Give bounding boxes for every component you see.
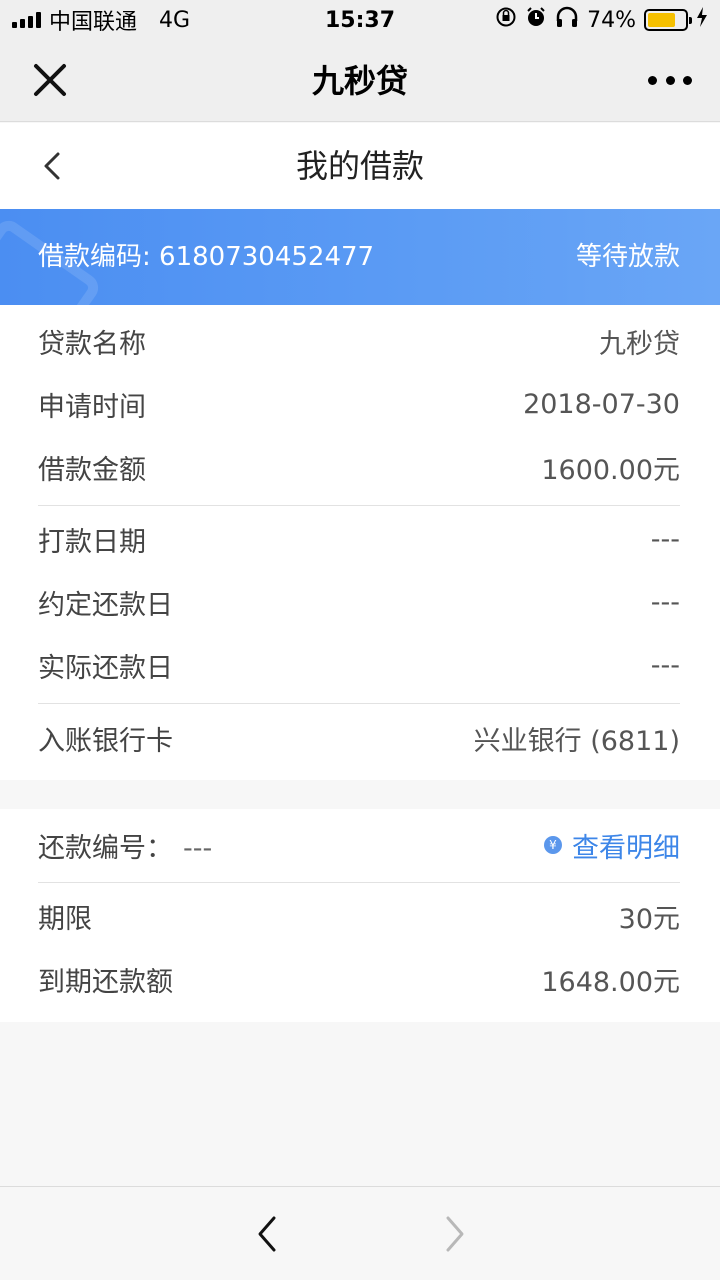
yen-icon: ¥	[544, 836, 562, 854]
network-type: 4G	[159, 7, 191, 33]
row-value: 1648.00元	[541, 966, 680, 998]
repayment-code-row: 还款编号： --- ¥ 查看明细	[38, 813, 680, 877]
row-value: 2018-07-30	[523, 388, 680, 420]
carrier-name: 中国联通	[49, 10, 138, 35]
row-value: 30元	[618, 903, 680, 935]
detail-row-actual-repay-date: 实际还款日 ---	[38, 633, 680, 697]
more-icon[interactable]	[648, 70, 692, 90]
repayment-code-label: 还款编号：	[38, 832, 173, 864]
detail-row-bank-card: 入账银行卡 兴业银行 (6811)	[38, 706, 680, 770]
detail-row-due-date: 约定还款日 ---	[38, 570, 680, 634]
row-label: 到期还款额	[38, 966, 173, 998]
row-label: 申请时间	[38, 391, 146, 423]
page-header: 我的借款	[0, 123, 720, 209]
row-value: ---	[650, 586, 680, 618]
repayment-row-due-amount: 到期还款额 1648.00元	[38, 947, 680, 1011]
page-title: 我的借款	[295, 147, 424, 185]
row-label: 实际还款日	[38, 652, 173, 684]
top-nav-bar: 九秒贷	[0, 40, 720, 122]
row-label: 期限	[38, 903, 92, 935]
charging-icon	[696, 7, 708, 33]
row-label: 入账银行卡	[38, 725, 173, 757]
row-value: 九秒贷	[599, 328, 680, 360]
view-details-link[interactable]: ¥ 查看明细	[544, 826, 680, 865]
app-title: 九秒贷	[311, 62, 408, 100]
battery-icon	[644, 9, 692, 31]
browser-toolbar	[0, 1186, 720, 1280]
battery-percent: 74%	[587, 7, 636, 33]
loan-details-card: 贷款名称 九秒贷 申请时间 2018-07-30 借款金额 1600.00元 打…	[0, 305, 720, 780]
browser-forward-icon[interactable]	[436, 1214, 472, 1254]
rotation-lock-icon	[495, 6, 517, 34]
repayment-code-value: ---	[183, 832, 213, 864]
loan-status: 等待放款	[575, 242, 680, 272]
row-value: 1600.00元	[541, 454, 680, 486]
repayment-card: 还款编号： --- ¥ 查看明细 期限 30元 到期还款额 1648.00元	[0, 809, 720, 1022]
row-value: ---	[650, 523, 680, 555]
row-value: 兴业银行 (6811)	[473, 725, 680, 757]
detail-row-apply-time: 申请时间 2018-07-30	[38, 372, 680, 436]
row-value: ---	[650, 649, 680, 681]
detail-row-loan-amount: 借款金额 1600.00元	[38, 435, 680, 499]
row-label: 约定还款日	[38, 589, 173, 621]
repayment-row-term: 期限 30元	[38, 884, 680, 948]
row-label: 贷款名称	[38, 328, 146, 360]
headphones-icon	[555, 6, 579, 34]
divider	[38, 703, 680, 704]
alarm-icon	[525, 6, 547, 34]
repayment-code: 还款编号： ---	[38, 826, 212, 865]
divider	[38, 882, 680, 883]
view-details-label: 查看明细	[572, 832, 680, 864]
loan-code: 借款编码: 6180730452477	[38, 242, 375, 272]
detail-row-loan-name: 贷款名称 九秒贷	[38, 309, 680, 373]
browser-back-icon[interactable]	[250, 1214, 286, 1254]
row-label: 打款日期	[38, 526, 146, 558]
detail-row-payout-date: 打款日期 ---	[38, 507, 680, 571]
row-label: 借款金额	[38, 454, 146, 486]
loan-status-banner: 借款编码: 6180730452477 等待放款	[0, 209, 720, 305]
status-bar: 中国联通 4G 15:37 74%	[0, 0, 720, 40]
divider	[38, 505, 680, 506]
signal-icon	[12, 12, 41, 28]
